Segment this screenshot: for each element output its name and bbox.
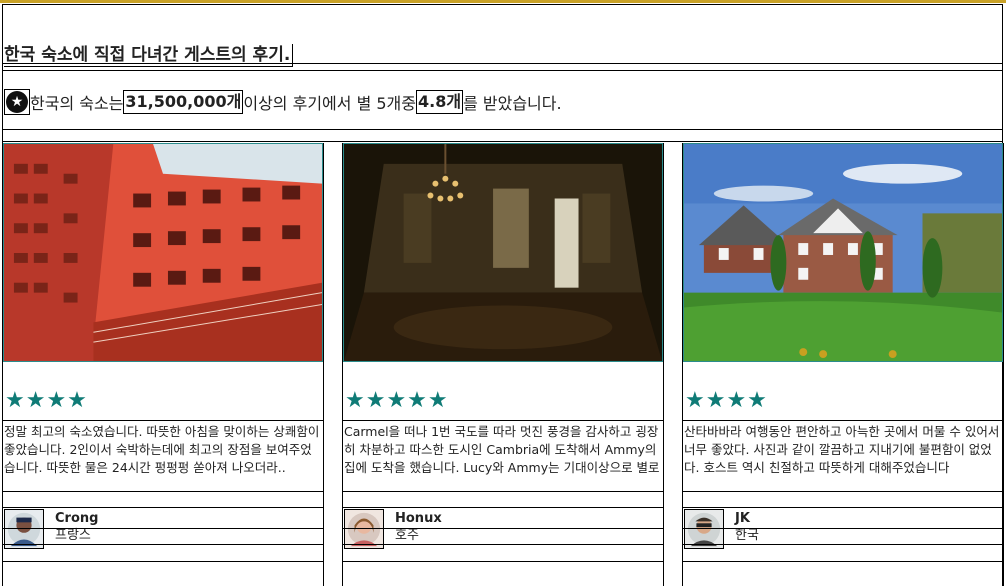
divider <box>343 561 663 562</box>
summary-prefix: 한국의 숙소는 <box>30 94 124 113</box>
review-card[interactable]: ★★★★ 정말 최고의 숙소였습니다. 따뜻한 아침을 맞이하는 상쾌함이 좋았… <box>2 143 324 586</box>
divider <box>3 544 323 545</box>
divider <box>683 507 1003 508</box>
divider <box>683 544 1003 545</box>
reviewer-country: 한국 <box>735 528 759 543</box>
divider <box>2 129 1003 130</box>
divider <box>343 507 663 508</box>
summary-suffix: 를 받았습니다. <box>463 94 562 113</box>
reviewer-country: 프랑스 <box>55 528 91 543</box>
summary-middle: 이상의 후기에서 별 5개중 <box>243 94 416 113</box>
reviewer-name[interactable]: JK <box>735 511 750 527</box>
star-circle-icon: ★ <box>4 89 30 115</box>
review-card[interactable]: ★★★★ 산타바바라 여행동안 편안하고 아늑한 곳에서 머물 수 있어서 너무… <box>682 143 1004 586</box>
divider <box>2 70 1003 71</box>
star-rating: ★★★★ <box>685 388 768 413</box>
reviewer-country: 호주 <box>395 528 419 543</box>
divider <box>683 528 1003 529</box>
divider <box>343 420 663 421</box>
average-rating: 4.8개 <box>416 90 464 114</box>
divider <box>683 561 1003 562</box>
divider <box>683 491 1003 492</box>
review-card[interactable]: ★★★★★ Carmel을 떠나 1번 국도를 따라 멋진 풍경을 감사하고 굉… <box>342 143 664 586</box>
star-rating: ★★★★ <box>5 388 88 413</box>
review-text: 산타바바라 여행동안 편안하고 아늑한 곳에서 머물 수 있어서 너무 좋았다.… <box>684 424 1000 475</box>
reviewer-name[interactable]: Crong <box>55 511 98 527</box>
divider <box>3 420 323 421</box>
divider <box>3 561 323 562</box>
dark-chandelier-room-photo[interactable] <box>343 143 663 362</box>
divider <box>343 528 663 529</box>
review-text: Carmel을 떠나 1번 국도를 따라 멋진 풍경을 감사하고 굉장히 차분하… <box>344 424 660 475</box>
accent-bar <box>0 0 1006 3</box>
divider <box>3 528 323 529</box>
divider <box>3 507 323 508</box>
divider <box>683 420 1003 421</box>
divider <box>2 141 1003 142</box>
divider <box>3 491 323 492</box>
reviewer-name[interactable]: Honux <box>395 511 442 527</box>
user-avatar-icon[interactable] <box>684 509 724 549</box>
user-avatar-icon[interactable] <box>4 509 44 549</box>
red-apartment-building-photo[interactable] <box>3 143 323 362</box>
divider <box>343 491 663 492</box>
divider <box>343 544 663 545</box>
rating-summary: ★ 한국의 숙소는 31,500,000개 이상의 후기에서 별 5개중 4.8… <box>4 88 562 116</box>
user-avatar-icon[interactable] <box>344 509 384 549</box>
page-title: 한국 숙소에 직접 다녀간 게스트의 후기. <box>4 44 294 67</box>
star-rating: ★★★★★ <box>345 388 449 413</box>
suburban-house-photo[interactable] <box>683 143 1003 362</box>
review-count: 31,500,000개 <box>123 90 244 114</box>
review-text: 정말 최고의 숙소였습니다. 따뜻한 아침을 맞이하는 상쾌함이 좋았습니다. … <box>4 424 320 475</box>
